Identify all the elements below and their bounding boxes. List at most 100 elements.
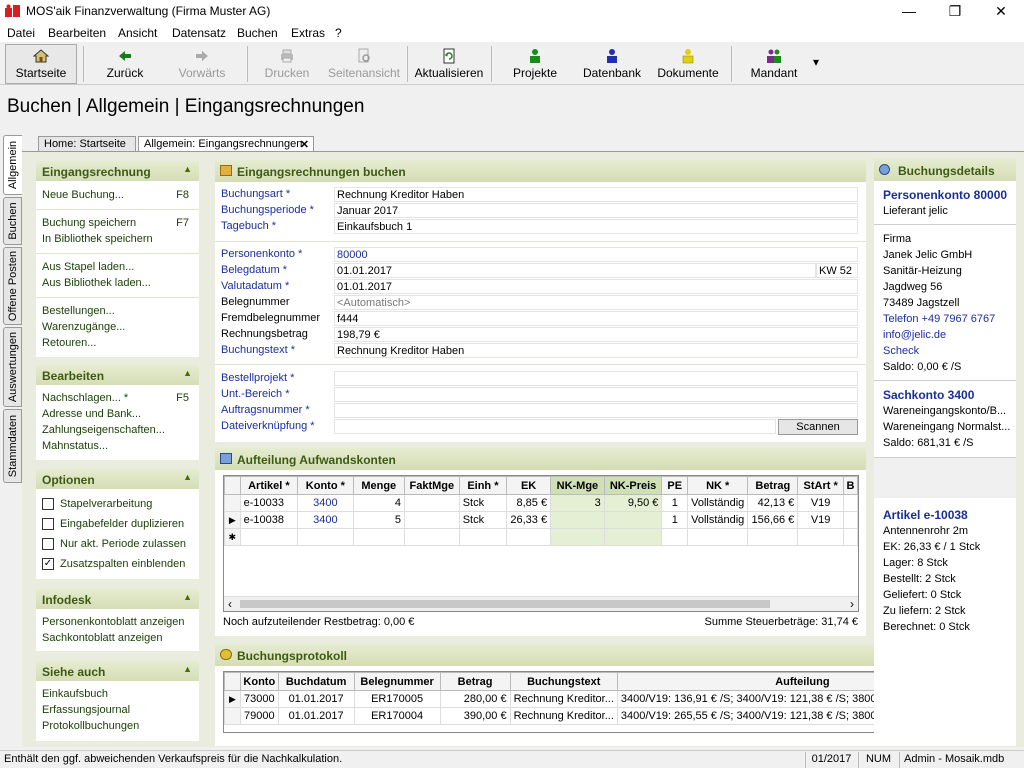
zusatzspalten-checkbox[interactable]: ✓ [42, 558, 54, 570]
unt-bereich-field[interactable] [334, 387, 858, 402]
vtab-auswertungen[interactable]: Auswertungen [3, 327, 22, 407]
col-pe[interactable]: PE [661, 476, 689, 495]
projekte-button[interactable]: Projekte [500, 44, 570, 84]
cell-betrag[interactable]: 390,00 € [439, 707, 511, 725]
nachschlagen-link[interactable]: Nachschlagen... * [42, 392, 128, 404]
menu-datei[interactable]: Datei [7, 26, 35, 40]
cell-pe[interactable]: 1 [661, 511, 689, 529]
buchungsart-field[interactable]: Rechnung Kreditor Haben [334, 187, 858, 202]
new-row-marker[interactable]: ✱ [224, 528, 241, 546]
collapse-icon[interactable]: ▲ [183, 164, 192, 174]
cell-konto[interactable]: 3400 [297, 494, 354, 512]
collapse-icon[interactable]: ▲ [183, 664, 192, 674]
tagebuch-field[interactable]: Einkaufsbuch 1 [334, 219, 858, 234]
table-row[interactable]: ▶ e-10038 3400 5 Stck 26,33 € 1 Vollstän… [224, 511, 858, 529]
belegnummer-field[interactable]: <Automatisch> [334, 295, 858, 310]
scroll-right-icon[interactable]: › [850, 597, 854, 611]
close-window-button[interactable]: ✕ [978, 0, 1024, 22]
minimize-button[interactable]: — [886, 0, 932, 22]
cell-artikel[interactable]: e-10033 [239, 494, 299, 512]
artikel-heading[interactable]: Artikel e-10038 [883, 508, 1011, 522]
tab-home[interactable]: Home: Startseite [38, 136, 136, 152]
sachkontoblatt-link[interactable]: Sachkontoblatt anzeigen [42, 632, 162, 644]
row-marker[interactable]: ▶ [224, 511, 241, 529]
new-row[interactable]: ✱ [224, 528, 858, 546]
col-faktmge[interactable]: FaktMge [403, 476, 460, 495]
vtab-stammdaten[interactable]: Stammdaten [3, 409, 22, 483]
cell-einh[interactable]: Stck [458, 511, 508, 529]
toolbar-overflow-icon[interactable]: ▾ [813, 55, 819, 69]
tab-eingangsrechnungen[interactable]: Allgemein: Eingangsrechnungen ✕ [138, 136, 314, 152]
scroll-left-icon[interactable]: ‹ [228, 597, 232, 611]
stapelverarbeitung-checkbox[interactable] [42, 498, 54, 510]
zahlungsart-link[interactable]: Scheck [883, 345, 1011, 357]
aus-stapel-laden-link[interactable]: Aus Stapel laden... [42, 261, 134, 273]
fremdbelegnummer-field[interactable]: f444 [334, 311, 858, 326]
cell-einh[interactable]: Stck [458, 494, 508, 512]
print-preview-button[interactable]: Seitenansicht [326, 44, 402, 84]
col-belegnummer[interactable]: Belegnummer [353, 672, 441, 691]
cell-buchungstext[interactable]: Rechnung Kreditor... [509, 690, 618, 708]
cell-konto[interactable]: 79000 [240, 707, 279, 725]
collapse-icon[interactable]: ▲ [183, 368, 192, 378]
row-marker[interactable]: ▶ [224, 690, 241, 708]
cell-b[interactable] [842, 494, 858, 512]
dateiverknuepfung-field[interactable] [334, 419, 776, 434]
warenzugaenge-link[interactable]: Warenzugänge... [42, 321, 125, 333]
cell-faktmge[interactable] [403, 494, 460, 512]
valutadatum-field[interactable]: 01.01.2017 [334, 279, 858, 294]
erfassungsjournal-link[interactable]: Erfassungsjournal [42, 704, 130, 716]
col-betrag[interactable]: Betrag [439, 672, 511, 691]
maximize-button[interactable]: ❐ [932, 0, 978, 22]
rechnungsbetrag-field[interactable]: 198,79 € [334, 327, 858, 342]
cell-ek[interactable]: 26,33 € [506, 511, 552, 529]
personenkontoblatt-link[interactable]: Personenkontoblatt anzeigen [42, 616, 185, 628]
auftragsnummer-field[interactable] [334, 403, 858, 418]
horizontal-scrollbar[interactable]: ‹ › [224, 596, 858, 611]
menu-datensatz[interactable]: Datensatz [172, 26, 226, 40]
row-marker[interactable] [224, 707, 241, 725]
infodesk-header[interactable]: Infodesk ▲ [36, 589, 199, 609]
menu-buchen[interactable]: Buchen [237, 26, 278, 40]
cell-belegnummer[interactable]: ER170004 [353, 707, 441, 725]
mahnstatus-link[interactable]: Mahnstatus... [42, 440, 108, 452]
cell-belegnummer[interactable]: ER170005 [353, 690, 441, 708]
cell-nk-preis[interactable] [603, 511, 663, 529]
datenbank-button[interactable]: Datenbank [578, 44, 646, 84]
col-b[interactable]: B [842, 476, 858, 495]
menu-extras[interactable]: Extras [291, 26, 325, 40]
menu-ansicht[interactable]: Ansicht [118, 26, 157, 40]
cell-artikel[interactable]: e-10038 [239, 511, 299, 529]
close-tab-icon[interactable]: ✕ [300, 138, 309, 151]
cell-nk[interactable]: Vollständig [687, 511, 749, 529]
table-row[interactable]: ▶ 73000 01.01.2017 ER170005 280,00 € Rec… [224, 690, 988, 708]
aus-bibliothek-laden-link[interactable]: Aus Bibliothek laden... [42, 277, 151, 289]
col-konto[interactable]: Konto * [297, 476, 354, 495]
col-nk-mge[interactable]: NK-Mge [550, 476, 605, 495]
bearbeiten-header[interactable]: Bearbeiten ▲ [36, 365, 199, 385]
col-konto[interactable]: Konto [240, 672, 279, 691]
dokumente-button[interactable]: Dokumente [652, 44, 724, 84]
retouren-link[interactable]: Retouren... [42, 337, 96, 349]
cell-start[interactable]: V19 [797, 511, 844, 529]
periode-checkbox[interactable] [42, 538, 54, 550]
col-ek[interactable]: EK [506, 476, 552, 495]
vtab-allgemein[interactable]: Allgemein [3, 135, 22, 195]
menu-bearbeiten[interactable]: Bearbeiten [48, 26, 106, 40]
vtab-buchen[interactable]: Buchen [3, 197, 22, 245]
startseite-button[interactable]: Startseite [5, 44, 77, 84]
col-menge[interactable]: Menge [352, 476, 405, 495]
cell-nk-preis[interactable]: 9,50 € [603, 494, 663, 512]
col-buchdatum[interactable]: Buchdatum [277, 672, 355, 691]
personenkonto-field[interactable]: 80000 [334, 247, 858, 262]
cell-konto[interactable]: 3400 [297, 511, 354, 529]
cell-ek[interactable]: 8,85 € [506, 494, 552, 512]
duplizieren-checkbox[interactable] [42, 518, 54, 530]
forward-button[interactable]: Vorwärts [168, 44, 236, 84]
telefon-link[interactable]: Telefon +49 7967 6767 [883, 313, 1011, 325]
buchungsperiode-field[interactable]: Januar 2017 [334, 203, 858, 218]
zahlungseigenschaften-link[interactable]: Zahlungseigenschaften... [42, 424, 165, 436]
print-button[interactable]: Drucken [256, 44, 318, 84]
optionen-header[interactable]: Optionen ▲ [36, 469, 199, 489]
menu-help[interactable]: ? [335, 26, 342, 40]
